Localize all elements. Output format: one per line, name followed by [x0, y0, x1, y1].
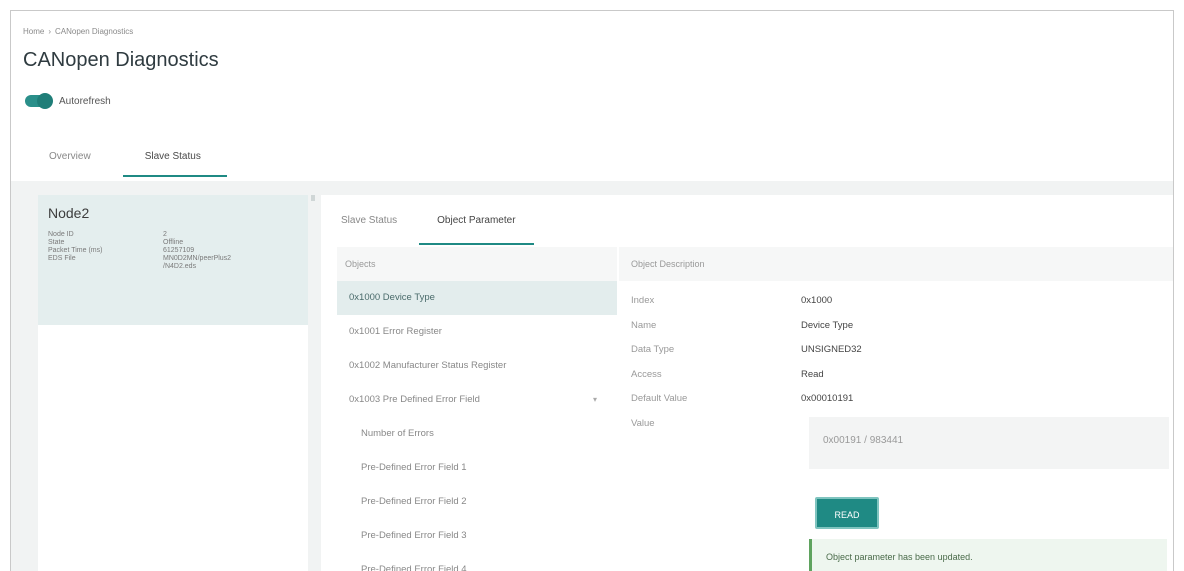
breadcrumb-home[interactable]: Home — [23, 27, 44, 36]
node-info-key: Node ID — [48, 231, 74, 238]
node-card[interactable]: Node2 Node ID 2 State Offline Packet Time … — [38, 195, 308, 325]
description-key: Access — [631, 368, 662, 380]
description-key: Default Value — [631, 393, 688, 404]
autorefresh-toggle[interactable] — [25, 93, 53, 109]
node-info-key: Packet Time (ms) — [48, 247, 103, 254]
description-row: Name Device Type — [631, 320, 862, 345]
chevron-down-icon[interactable]: ▾ — [593, 383, 597, 417]
breadcrumb-separator: › — [48, 27, 52, 36]
tab-object-parameter[interactable]: Object Parameter — [417, 203, 535, 245]
top-tabs: Overview Slave Status — [37, 145, 228, 177]
description-value: Read — [801, 368, 824, 380]
autorefresh-control: Autorefresh — [25, 93, 111, 109]
description-key: Name — [631, 319, 657, 331]
description-value: UNSIGNED32 — [801, 344, 862, 355]
object-item-label: 0x1003 Pre Defined Error Field — [349, 394, 480, 405]
description-row: Data Type UNSIGNED32 — [631, 344, 862, 369]
object-description: Object Description Index 0x1000 Name Devic… — [619, 247, 1173, 571]
panel-resize-handle[interactable] — [311, 195, 315, 201]
description-value: 0x1000 — [801, 295, 833, 306]
object-list-header: Objects — [337, 247, 617, 281]
node-info-row: Packet Time (ms) 61257109 — [48, 247, 298, 255]
node-info-value: 61257109 — [163, 247, 195, 254]
node-info: Node ID 2 State Offline Packet Time (ms) 61… — [48, 231, 298, 271]
node-info-value: 2 — [163, 231, 167, 238]
success-alert: Object parameter has been updated. — [809, 539, 1167, 571]
description-row: Access Read — [631, 369, 862, 394]
tab-slave-status-detail[interactable]: Slave Status — [321, 203, 417, 245]
node-info-row: State Offline — [48, 239, 298, 247]
value-field[interactable]: 0x00191 / 983441 — [809, 417, 1169, 469]
object-subitem[interactable]: Pre-Defined Error Field 2 — [337, 485, 617, 519]
object-item[interactable]: 0x1001 Error Register — [337, 315, 617, 349]
object-item[interactable]: 0x1000 Device Type — [337, 281, 617, 315]
object-subitem[interactable]: Number of Errors — [337, 417, 617, 451]
description-value: Device Type — [801, 319, 854, 331]
tab-slave-status[interactable]: Slave Status — [122, 145, 228, 177]
node-panel: Node2 Node ID 2 State Offline Packet Time … — [38, 195, 308, 571]
node-info-value: MN0D2MN/peerPlus2 /N4D2.eds — [163, 255, 232, 270]
description-row: Index 0x1000 — [631, 295, 862, 320]
description-value: 0x00010191 — [801, 393, 854, 404]
node-title: Node2 — [48, 205, 90, 221]
autorefresh-label: Autorefresh — [59, 95, 111, 107]
node-info-value: Offline — [163, 239, 184, 246]
object-subitem[interactable]: Pre-Defined Error Field 1 — [337, 451, 617, 485]
node-info-key: EDS File — [48, 255, 76, 262]
read-button[interactable]: READ — [815, 497, 879, 529]
object-subitem[interactable]: Pre-Defined Error Field 3 — [337, 519, 617, 553]
breadcrumb: Home › CANopen Diagnostics — [23, 27, 133, 36]
node-info-row: Node ID 2 — [48, 231, 298, 239]
tab-overview[interactable]: Overview — [37, 145, 103, 177]
object-description-header: Object Description — [619, 247, 1173, 281]
description-row: Default Value 0x00010191 — [631, 393, 862, 418]
toggle-knob — [37, 93, 53, 109]
object-item[interactable]: 0x1002 Manufacturer Status Register — [337, 349, 617, 383]
breadcrumb-current: CANopen Diagnostics — [55, 27, 134, 36]
description-key: Data Type — [631, 344, 675, 355]
app-frame: Home › CANopen Diagnostics CANopen Diagn… — [10, 10, 1174, 571]
node-info-row: EDS File MN0D2MN/peerPlus2 /N4D2.eds — [48, 255, 298, 271]
page-title: CANopen Diagnostics — [23, 49, 219, 71]
node-info-key: State — [48, 239, 65, 246]
sub-tabs: Slave Status Object Parameter — [321, 203, 536, 245]
object-item-expandable[interactable]: 0x1003 Pre Defined Error Field ▾ — [337, 383, 617, 417]
object-subitem[interactable]: Pre-Defined Error Field 4 — [337, 553, 617, 571]
object-list: Objects 0x1000 Device Type 0x1001 Error … — [337, 247, 617, 571]
description-key: Index — [631, 295, 655, 306]
description-key: Value — [631, 417, 655, 429]
main-panel: Slave Status Object Parameter Objects 0x… — [321, 195, 1173, 571]
